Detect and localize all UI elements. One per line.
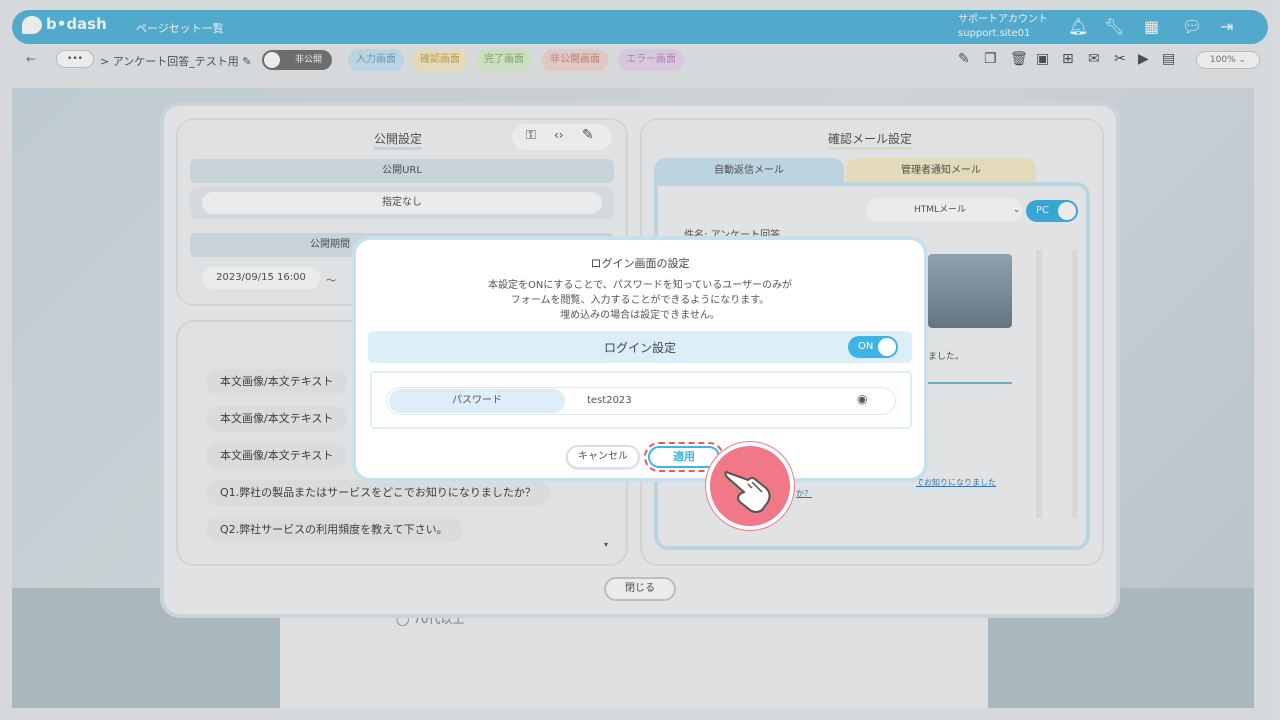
apply-button[interactable]: 適用 (648, 446, 720, 468)
desc-line: 本設定をONにすることで、パスワードを知っているユーザーのみが (487, 280, 793, 291)
password-row: パスワード test2023 ◉ (370, 371, 912, 429)
password-label: パスワード (389, 389, 565, 413)
pointer-hand-icon (706, 442, 794, 530)
cancel-button[interactable]: キャンセル (566, 445, 640, 469)
desc-line: フォームを閲覧、入力することができるようになります。 (510, 295, 770, 306)
login-settings-dialog: ログイン画面の設定 本設定をONにすることで、パスワードを知っているユーザーのみ… (352, 236, 928, 482)
password-field-wrapper: パスワード test2023 ◉ (386, 387, 896, 415)
desc-line: 埋め込みの場合は設定できません。 (560, 310, 720, 321)
login-setting-row: ログイン設定 ON (368, 331, 912, 363)
dialog-description: 本設定をONにすることで、パスワードを知っているユーザーのみが フォームを閲覧、… (356, 278, 924, 323)
login-toggle[interactable]: ON (848, 336, 898, 358)
eye-icon[interactable]: ◉ (857, 392, 867, 406)
password-input[interactable]: test2023 (573, 389, 887, 413)
dialog-title: ログイン画面の設定 (590, 257, 690, 270)
login-setting-label: ログイン設定 (603, 341, 676, 355)
